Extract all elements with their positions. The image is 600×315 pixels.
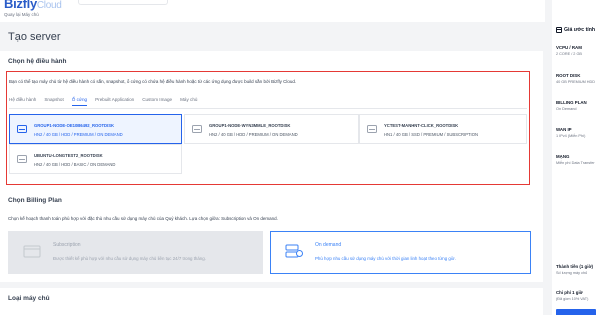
- estimate-total-hour: Thành tiền (1 giờ) Số lượng máy chủ: [556, 264, 594, 275]
- top-bar: BizflyCloud Quay lại Máy chủ: [0, 0, 545, 22]
- volume-name: GROUP1-NODE-WYN3MMLE_ROOTDISK: [209, 123, 291, 128]
- volume-spec: HN2 / 40 GB / HDD / PREMIUM / ON DEMAND: [34, 132, 123, 137]
- tab-volume[interactable]: Ổ cứng: [71, 97, 88, 106]
- server-type-section: Loại máy chủ: [0, 288, 543, 315]
- estimate-billing-plan: BILLING PLAN On Demand: [556, 100, 587, 111]
- volume-name: YCTEST-MANHNT-CLICK_ROOTDISK: [384, 123, 459, 128]
- logo[interactable]: BizflyCloud: [4, 0, 62, 11]
- plan-subscription[interactable]: Subscription Được thiết kế phù hợp với n…: [8, 231, 263, 274]
- disk-icon: [17, 155, 27, 163]
- volume-name: UBUNTU-LONGTEST2_ROOTDISK: [34, 153, 103, 158]
- volume-name: GROUP1-NODE-OE10B6492_ROOTDISK: [34, 123, 115, 128]
- price-estimate-panel: Giá ước tính VCPU / RAM 2 CORE / 2 GB RO…: [552, 0, 600, 315]
- estimate-root-disk: ROOT DISK 40 GB PREMIUM HDD: [556, 73, 596, 84]
- estimate-cost-hour: Chi phí 1 giờ (Đã gồm 10% VAT): [556, 290, 589, 301]
- plan-description: Được thiết kế phù hợp với nhu cầu sử dụn…: [53, 256, 206, 261]
- page-title: Tạo server: [8, 31, 61, 43]
- disk-icon: [17, 125, 27, 133]
- tab-prebuilt[interactable]: Prebuilt Application: [95, 97, 134, 106]
- estimate-network: MẠNG Miễn phí Data Transfer: [556, 154, 595, 165]
- volume-card[interactable]: YCTEST-MANHNT-CLICK_ROOTDISK HN1 / 40 GB…: [359, 114, 527, 144]
- highlight-frame: Bạn có thể tạo máy chủ từ hệ điều hành c…: [6, 71, 530, 185]
- billing-section: Chọn Billing Plan Chọn kế hoạch thanh to…: [0, 193, 543, 282]
- server-type-title: Loại máy chủ: [8, 295, 50, 302]
- os-section-title: Chọn hệ điều hành: [8, 58, 67, 65]
- volume-spec: HN1 / 40 GB / SSD / PREMIUM / SUBSCRIPTI…: [384, 132, 479, 137]
- create-server-button[interactable]: [556, 309, 596, 315]
- tab-server[interactable]: Máy chủ: [180, 97, 197, 106]
- plan-on-demand[interactable]: On demand Phù hợp nhu cầu sử dụng máy ch…: [270, 231, 531, 274]
- server-clock-icon: [285, 244, 303, 258]
- price-estimate-title: Giá ước tính: [556, 27, 595, 33]
- calendar-icon: [23, 245, 41, 258]
- volume-card[interactable]: GROUP1-NODE-WYN3MMLE_ROOTDISK HN2 / 40 G…: [184, 114, 359, 144]
- back-link[interactable]: Quay lại Máy chủ: [4, 12, 39, 17]
- estimate-wan-ip: WAN IP 1 IPv4 (Miễn Phí): [556, 127, 586, 138]
- tab-custom-image[interactable]: Custom Image: [142, 97, 172, 106]
- volume-spec: HN2 / 40 GB / HDD / PREMIUM / ON DEMAND: [209, 132, 298, 137]
- billing-section-title: Chọn Billing Plan: [8, 197, 62, 204]
- os-tabs: Hệ điều hành Snapshot Ổ cứng Prebuilt Ap…: [9, 97, 197, 106]
- plan-title: Subscription: [53, 242, 81, 248]
- volume-card[interactable]: UBUNTU-LONGTEST2_ROOTDISK HN2 / 40 GB / …: [9, 144, 182, 174]
- search-input[interactable]: [78, 0, 168, 5]
- os-section: Chọn hệ điều hành Bạn có thể tạo máy chủ…: [0, 51, 543, 193]
- plan-description: Phù hợp nhu cầu sử dụng máy chủ với thời…: [315, 256, 456, 261]
- os-description: Bạn có thể tạo máy chủ từ hệ điều hành c…: [9, 79, 297, 84]
- estimate-vcpu-ram: VCPU / RAM 2 CORE / 2 GB: [556, 45, 582, 56]
- disk-icon: [367, 125, 377, 133]
- volume-spec: HN2 / 40 GB / HDD / BASIC / ON DEMAND: [34, 162, 116, 167]
- tab-os[interactable]: Hệ điều hành: [9, 97, 36, 106]
- disk-icon: [192, 125, 202, 133]
- volume-card[interactable]: GROUP1-NODE-OE10B6492_ROOTDISK HN2 / 40 …: [9, 114, 182, 144]
- plan-title: On demand: [315, 242, 342, 248]
- tab-snapshot[interactable]: Snapshot: [44, 97, 63, 106]
- tabs-divider: [9, 108, 527, 109]
- calendar-icon: [556, 27, 562, 33]
- billing-description: Chọn kế hoạch thanh toán phù hợp với đặc…: [8, 216, 278, 221]
